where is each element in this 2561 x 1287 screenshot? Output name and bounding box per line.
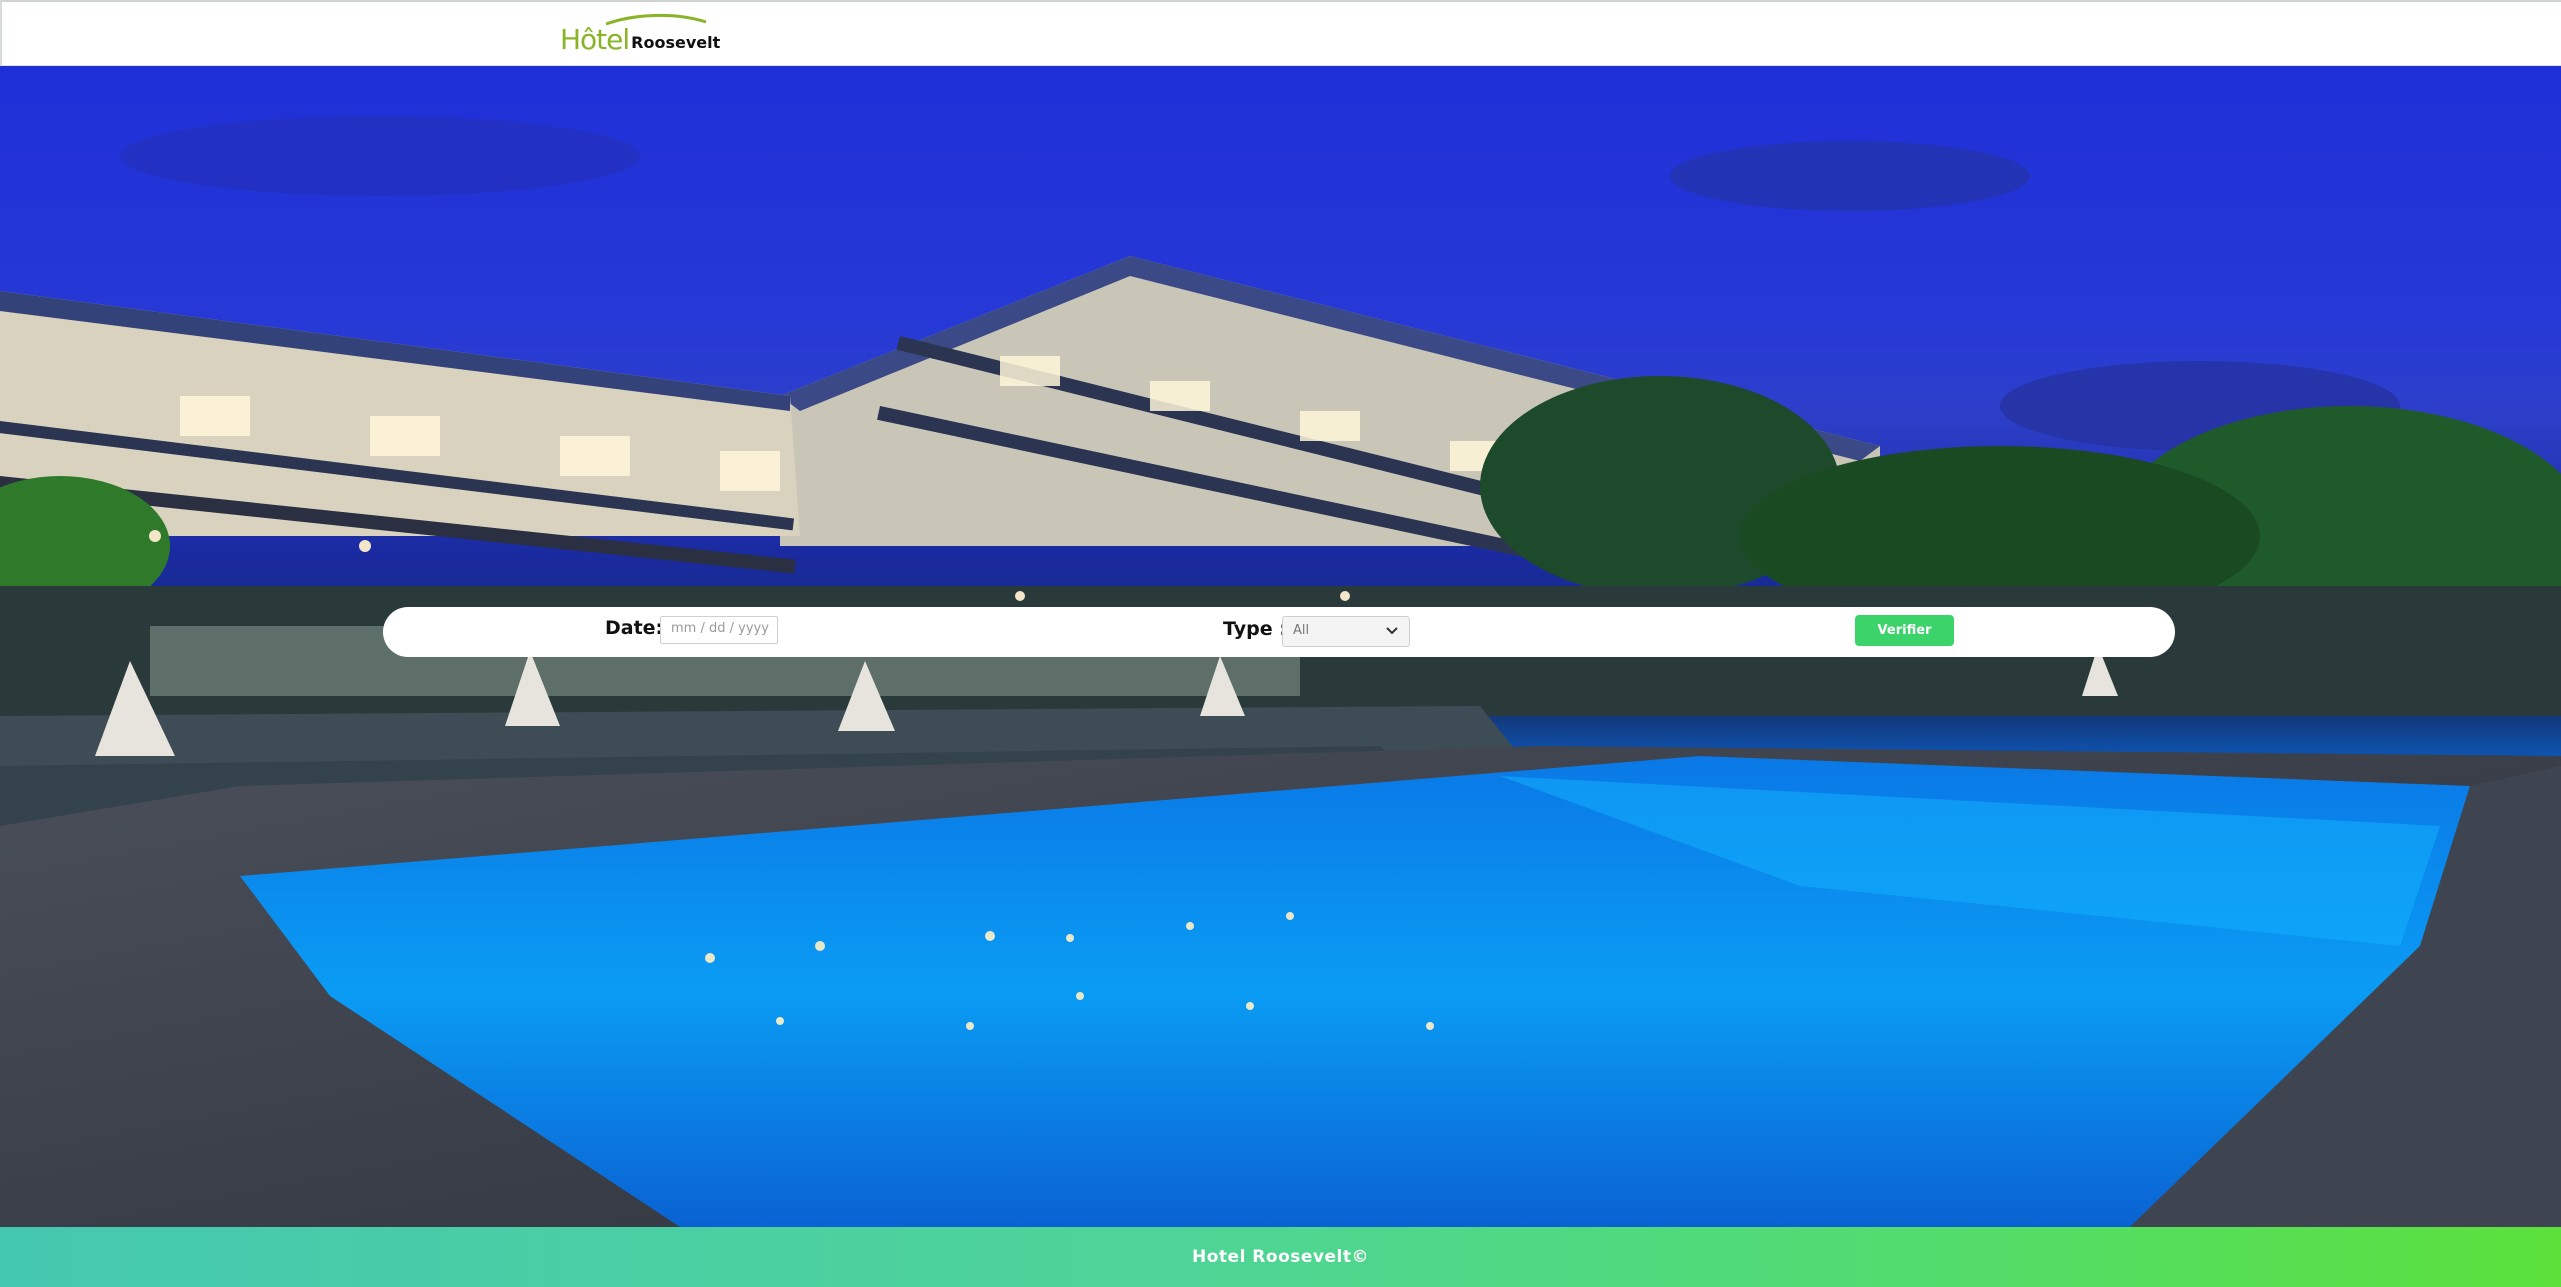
site-footer: Hotel Roosevelt© — [0, 1227, 2561, 1287]
site-header: Hôtel Roosevelt — [0, 0, 2561, 66]
verify-button[interactable]: Verifier — [1855, 615, 1954, 646]
hotel-logo[interactable]: Hôtel Roosevelt — [560, 13, 721, 56]
footer-copyright: Hotel Roosevelt© — [1192, 1247, 1369, 1267]
date-label: Date: — [605, 617, 664, 639]
type-selected-value: All — [1293, 623, 1310, 638]
chevron-down-icon — [1386, 627, 1398, 635]
hero-image: Date: mm / dd / yyyy Type : All Verifier — [0, 66, 2561, 1227]
type-label: Type : — [1223, 618, 1287, 640]
availability-search-bar: Date: mm / dd / yyyy Type : All Verifier — [383, 607, 2175, 657]
date-input[interactable]: mm / dd / yyyy — [660, 616, 778, 644]
logo-hotel-text: Hôtel — [560, 23, 630, 56]
logo-name-text: Roosevelt — [631, 33, 721, 52]
logo-swoosh-icon — [605, 13, 707, 26]
type-select[interactable]: All — [1282, 616, 1410, 647]
